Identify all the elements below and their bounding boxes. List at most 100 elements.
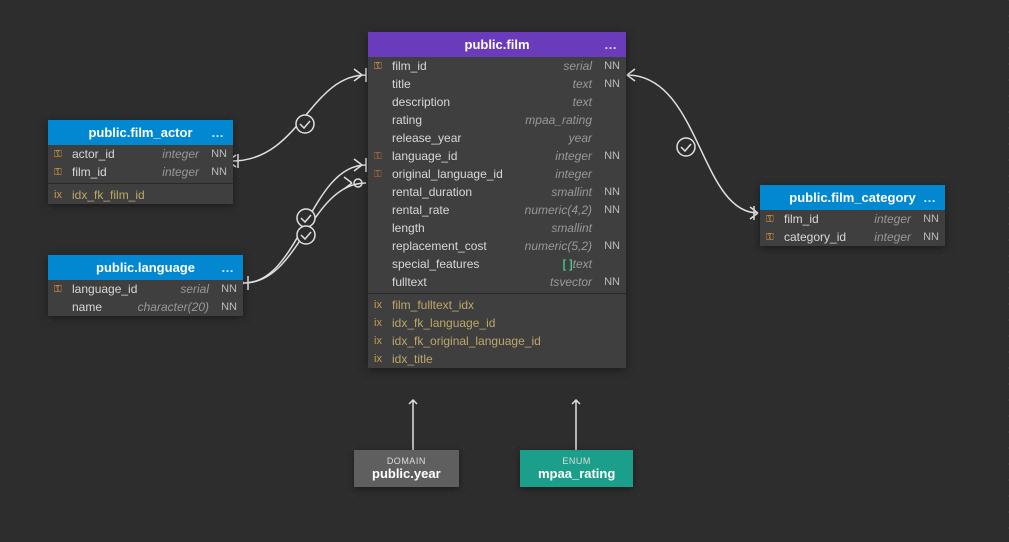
fk-icon bbox=[374, 169, 392, 180]
column-row[interactable]: original_language_idinteger bbox=[368, 165, 626, 183]
type-label: ENUM bbox=[538, 456, 615, 466]
column-row[interactable]: film_idserialNN bbox=[368, 57, 626, 75]
index-row[interactable]: ixfilm_fulltext_idx bbox=[368, 296, 626, 314]
column-row[interactable]: descriptiontext bbox=[368, 93, 626, 111]
column-type: mpaa_rating bbox=[525, 113, 592, 127]
column-row[interactable]: namecharacter(20)NN bbox=[48, 298, 243, 316]
column-row[interactable]: release_yearyear bbox=[368, 129, 626, 147]
column-nn: NN bbox=[217, 283, 237, 295]
index-row[interactable]: ixidx_title bbox=[368, 350, 626, 368]
column-type: text bbox=[573, 257, 592, 271]
column-name: rating bbox=[392, 113, 525, 127]
columns-list: film_idintegerNN category_idintegerNN bbox=[760, 210, 945, 246]
column-name: film_id bbox=[784, 212, 874, 226]
divider bbox=[48, 183, 233, 184]
column-type: numeric(4,2) bbox=[525, 203, 592, 217]
column-type: integer bbox=[874, 212, 911, 226]
index-name: idx_fk_language_id bbox=[392, 316, 495, 330]
entity-menu-icon[interactable]: … bbox=[221, 260, 235, 275]
column-type: integer bbox=[555, 149, 592, 163]
entity-film-category[interactable]: public.film_category … film_idintegerNN … bbox=[760, 185, 945, 246]
entity-menu-icon[interactable]: … bbox=[211, 125, 225, 140]
entity-header[interactable]: public.film … bbox=[368, 32, 626, 57]
column-name: rental_rate bbox=[392, 203, 525, 217]
column-name: film_id bbox=[72, 165, 162, 179]
column-name: special_features bbox=[392, 257, 563, 271]
type-box-domain[interactable]: DOMAIN public.year bbox=[354, 450, 459, 487]
column-row[interactable]: titletext NN bbox=[368, 75, 626, 93]
column-type: numeric(5,2) bbox=[525, 239, 592, 253]
column-row[interactable]: special_features[ ]text bbox=[368, 255, 626, 273]
column-name: replacement_cost bbox=[392, 239, 525, 253]
entity-title: public.language bbox=[96, 260, 195, 275]
column-row[interactable]: category_idintegerNN bbox=[760, 228, 945, 246]
columns-list: actor_idintegerNN film_idinteger NN bbox=[48, 145, 233, 181]
pk-icon bbox=[54, 167, 72, 178]
index-name: idx_fk_film_id bbox=[72, 188, 145, 202]
column-type: year bbox=[569, 131, 592, 145]
column-name: language_id bbox=[72, 282, 180, 296]
column-row[interactable]: film_idinteger NN bbox=[48, 163, 233, 181]
entity-menu-icon[interactable]: … bbox=[604, 37, 618, 52]
column-row[interactable]: ratingmpaa_rating bbox=[368, 111, 626, 129]
column-row[interactable]: language_idserialNN bbox=[48, 280, 243, 298]
column-name: name bbox=[72, 300, 138, 314]
columns-list: language_idserialNN namecharacter(20)NN bbox=[48, 280, 243, 316]
pk-icon bbox=[54, 284, 72, 295]
column-type: character(20) bbox=[138, 300, 209, 314]
column-type: integer bbox=[555, 167, 592, 181]
column-nn: NN bbox=[207, 166, 227, 178]
column-nn: NN bbox=[600, 186, 620, 198]
index-row[interactable]: ixidx_fk_language_id bbox=[368, 314, 626, 332]
column-type: integer bbox=[162, 165, 199, 179]
index-icon: ix bbox=[374, 317, 392, 329]
pk-icon bbox=[54, 149, 72, 160]
index-row[interactable]: ixidx_fk_original_language_id bbox=[368, 332, 626, 350]
column-row[interactable]: language_idinteger NN bbox=[368, 147, 626, 165]
column-name: language_id bbox=[392, 149, 555, 163]
type-label: DOMAIN bbox=[372, 456, 441, 466]
entity-language[interactable]: public.language … language_idserialNN na… bbox=[48, 255, 243, 316]
column-row[interactable]: actor_idintegerNN bbox=[48, 145, 233, 163]
column-row[interactable]: replacement_costnumeric(5,2) NN bbox=[368, 237, 626, 255]
entity-menu-icon[interactable]: … bbox=[923, 190, 937, 205]
index-name: idx_title bbox=[392, 352, 433, 366]
entity-header[interactable]: public.language … bbox=[48, 255, 243, 280]
index-row[interactable]: ixidx_fk_film_id bbox=[48, 186, 233, 204]
column-name: length bbox=[392, 221, 551, 235]
column-nn: NN bbox=[600, 150, 620, 162]
column-name: film_id bbox=[392, 59, 563, 73]
column-nn: NN bbox=[207, 148, 227, 160]
column-row[interactable]: fulltexttsvectorNN bbox=[368, 273, 626, 291]
entity-header[interactable]: public.film_category … bbox=[760, 185, 945, 210]
column-name: release_year bbox=[392, 131, 569, 145]
column-row[interactable]: rental_ratenumeric(4,2)NN bbox=[368, 201, 626, 219]
entity-title: public.film_actor bbox=[88, 125, 192, 140]
type-name: mpaa_rating bbox=[538, 466, 615, 481]
column-nn: NN bbox=[919, 231, 939, 243]
entity-header[interactable]: public.film_actor … bbox=[48, 120, 233, 145]
column-nn: NN bbox=[600, 78, 620, 90]
entity-film[interactable]: public.film … film_idserialNN titletextN… bbox=[368, 32, 626, 368]
fk-icon bbox=[374, 151, 392, 162]
column-nn: NN bbox=[600, 240, 620, 252]
column-name: original_language_id bbox=[392, 167, 555, 181]
column-row[interactable]: rental_durationsmallintNN bbox=[368, 183, 626, 201]
column-type: text bbox=[573, 77, 592, 91]
index-icon: ix bbox=[374, 299, 392, 311]
array-indicator: [ ] bbox=[563, 257, 573, 271]
type-box-enum[interactable]: ENUM mpaa_rating bbox=[520, 450, 633, 487]
columns-list: film_idserialNN titletextNN descriptiont… bbox=[368, 57, 626, 291]
index-icon: ix bbox=[54, 189, 72, 201]
index-name: idx_fk_original_language_id bbox=[392, 334, 541, 348]
column-row[interactable]: lengthsmallint bbox=[368, 219, 626, 237]
column-type: smallint bbox=[551, 221, 592, 235]
column-row[interactable]: film_idintegerNN bbox=[760, 210, 945, 228]
column-type: integer bbox=[874, 230, 911, 244]
divider bbox=[368, 293, 626, 294]
entity-film-actor[interactable]: public.film_actor … actor_idintegerNN fi… bbox=[48, 120, 233, 204]
index-icon: ix bbox=[374, 335, 392, 347]
column-name: fulltext bbox=[392, 275, 550, 289]
column-name: title bbox=[392, 77, 573, 91]
entity-title: public.film bbox=[465, 37, 530, 52]
